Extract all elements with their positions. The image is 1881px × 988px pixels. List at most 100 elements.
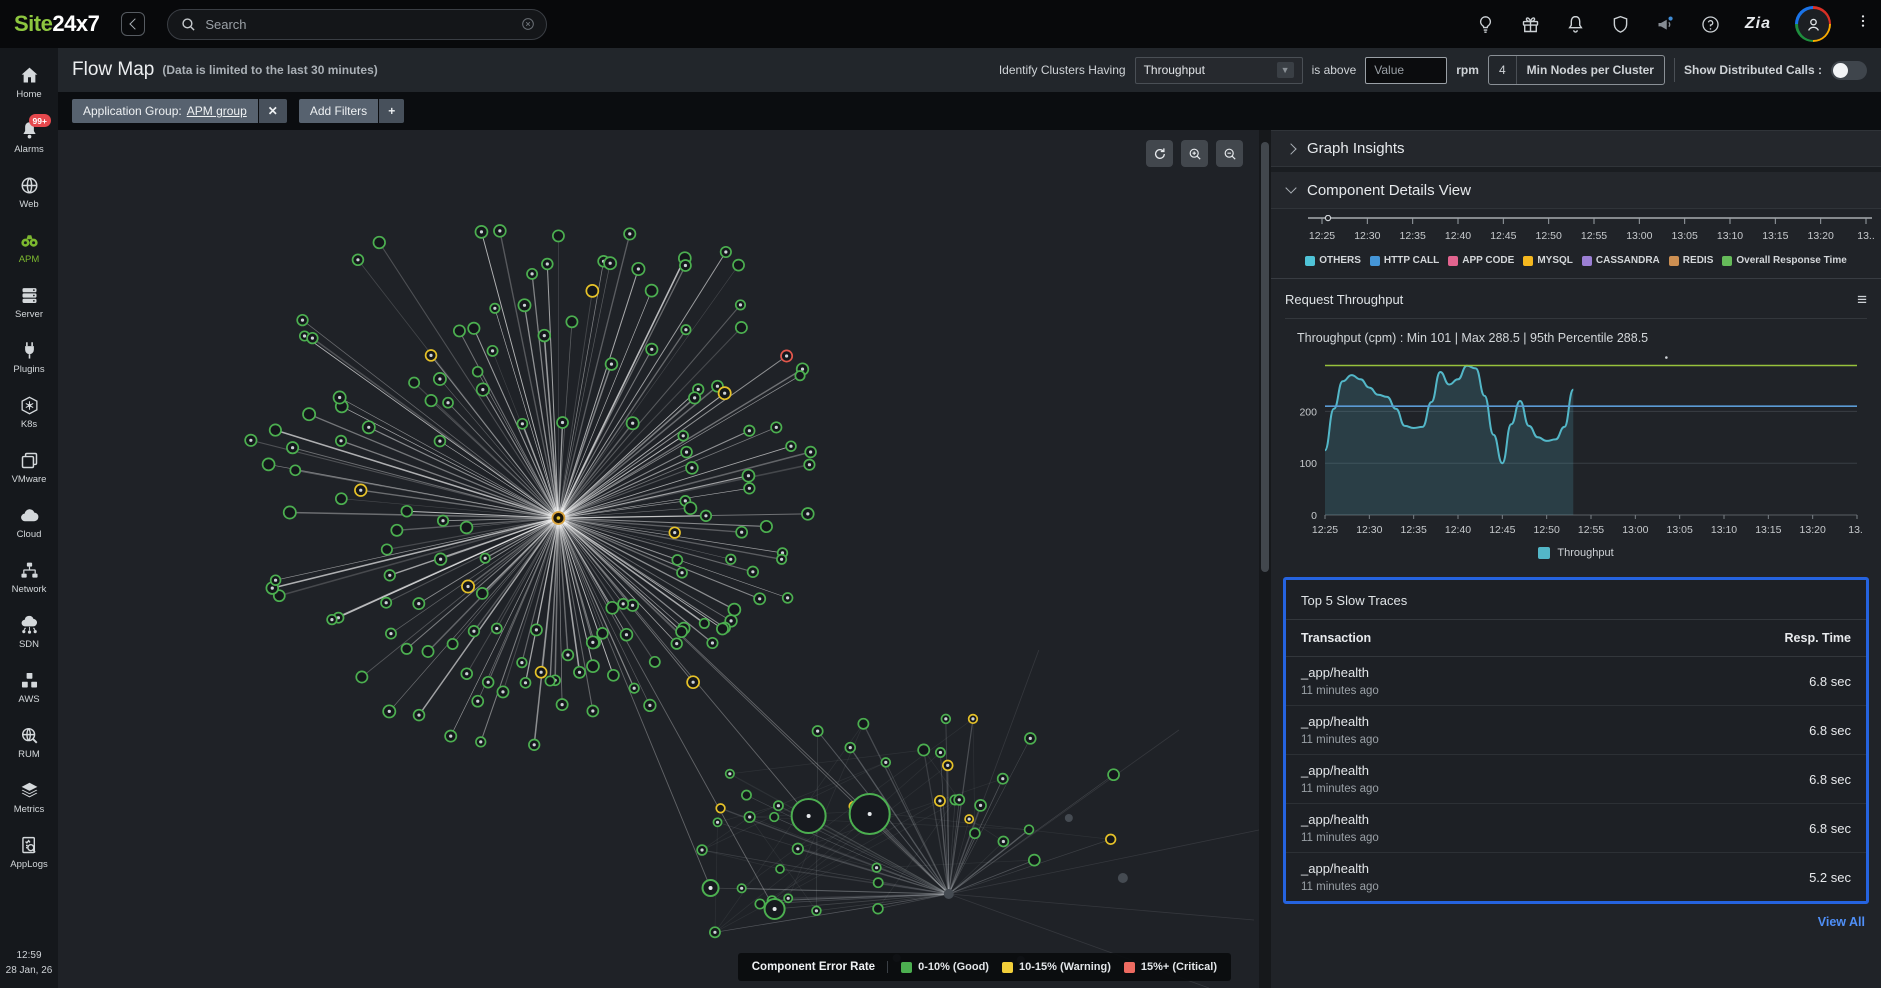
zia-icon[interactable]: Zia [1745, 15, 1771, 33]
svg-text:12:45: 12:45 [1489, 524, 1515, 536]
view-all-link[interactable]: View All [1818, 915, 1865, 929]
column-transaction: Transaction [1301, 631, 1371, 645]
error-rate-legend: Component Error Rate 0-10% (Good)10-15% … [738, 953, 1231, 981]
home-icon [19, 65, 40, 86]
sidebar-nav: Home 99+AlarmsWeb APM ServerPluginsK8sVMwar… [0, 48, 58, 988]
sidebar-item-label: Home [16, 89, 41, 100]
sidebar-item-apm[interactable]: APM [0, 220, 58, 275]
help-icon[interactable] [1700, 14, 1721, 35]
view-all-row: View All [1271, 904, 1881, 931]
svg-text:12:55: 12:55 [1581, 230, 1607, 242]
rum-icon [19, 725, 40, 746]
scrollbar-thumb[interactable] [1261, 142, 1269, 572]
min-nodes-value[interactable]: 4 [1489, 56, 1517, 84]
search-input[interactable] [197, 17, 520, 32]
svg-text:12:35: 12:35 [1400, 230, 1426, 242]
trace-transaction: _app/health [1301, 714, 1379, 729]
flow-map-graph[interactable] [58, 130, 1259, 988]
page-header: Flow Map (Data is limited to the last 30… [58, 48, 1881, 92]
search-bar[interactable] [167, 9, 547, 40]
sidebar-item-aws[interactable]: AWS [0, 660, 58, 715]
refresh-button[interactable] [1146, 140, 1173, 167]
slow-trace-row[interactable]: _app/health11 minutes ago5.2 sec [1286, 853, 1866, 901]
sidebar-item-home[interactable]: Home [0, 55, 58, 110]
chevron-right-icon [1285, 143, 1296, 154]
response-legend-item: APP CODE [1448, 255, 1514, 266]
group-chip-value[interactable]: APM group [187, 104, 247, 118]
component-details-header[interactable]: Component Details View [1271, 172, 1881, 209]
response-legend-item: CASSANDRA [1582, 255, 1660, 266]
add-filters-label: Add Filters [299, 99, 378, 123]
lightbulb-icon[interactable] [1475, 14, 1496, 35]
canvas-scrollbar[interactable] [1259, 130, 1271, 988]
threshold-value-input[interactable] [1365, 57, 1447, 84]
announcements-icon[interactable] [1655, 14, 1676, 35]
shield-icon[interactable] [1610, 14, 1631, 35]
slow-traces-rows: _app/health 11 minutes ago 6.8 sec _app/hea… [1286, 657, 1866, 901]
clear-search-icon[interactable] [520, 16, 536, 32]
kebab-menu-icon[interactable] [1855, 13, 1871, 35]
graph-insights-header[interactable]: Graph Insights [1271, 130, 1881, 167]
distributed-calls-toggle[interactable] [1831, 61, 1867, 80]
gift-icon[interactable] [1520, 14, 1541, 35]
trace-time-ago: 11 minutes ago [1301, 734, 1379, 746]
remove-filter-icon[interactable]: ✕ [259, 99, 287, 123]
min-nodes-control[interactable]: 4 Min Nodes per Cluster [1488, 55, 1665, 85]
throughput-legend-label: Throughput [1557, 547, 1613, 559]
aws-icon [19, 670, 40, 691]
trace-transaction: _app/health [1301, 763, 1379, 778]
sidebar-item-sdn[interactable]: SDN [0, 605, 58, 660]
sidebar-item-metrics[interactable]: Metrics [0, 770, 58, 825]
clock-date: 28 Jan, 26 [0, 963, 58, 978]
sidebar-item-plugins[interactable]: Plugins [0, 330, 58, 385]
svg-text:13:05: 13:05 [1667, 524, 1693, 536]
is-above-label: is above [1312, 63, 1357, 77]
svg-text:12:30: 12:30 [1356, 524, 1382, 536]
application-group-chip[interactable]: Application Group: APM group ✕ [72, 99, 287, 123]
zoom-in-button[interactable] [1181, 140, 1208, 167]
avatar[interactable] [1795, 6, 1831, 42]
details-panel: Graph Insights Component Details View 12… [1271, 130, 1881, 988]
site24x7-logo[interactable]: Site24x7 [14, 11, 99, 37]
sidebar-item-label: APM [19, 254, 40, 265]
slow-trace-row[interactable]: _app/health11 minutes ago6.8 sec [1286, 804, 1866, 853]
component-details-title: Component Details View [1307, 182, 1471, 199]
flow-map-canvas[interactable]: Component Error Rate 0-10% (Good)10-15% … [58, 130, 1259, 988]
sidebar-item-alarms[interactable]: 99+Alarms [0, 110, 58, 165]
svg-text:200: 200 [1299, 406, 1317, 418]
svg-text:12:40: 12:40 [1445, 524, 1471, 536]
sidebar-item-web[interactable]: Web [0, 165, 58, 220]
sidebar-item-label: AWS [18, 694, 39, 705]
svg-text:12:45: 12:45 [1490, 230, 1516, 242]
svg-text:13:10: 13:10 [1711, 524, 1737, 536]
add-filter-icon[interactable]: + [379, 99, 404, 123]
svg-text:13:00: 13:00 [1622, 524, 1648, 536]
slow-trace-row[interactable]: _app/health11 minutes ago6.8 sec [1286, 755, 1866, 804]
distributed-calls-label: Show Distributed Calls : [1684, 63, 1822, 77]
zoom-out-button[interactable] [1216, 140, 1243, 167]
trace-response-time: 6.8 sec [1809, 723, 1851, 738]
sidebar-item-vmware[interactable]: VMware [0, 440, 58, 495]
sidebar-item-k8s[interactable]: K8s [0, 385, 58, 440]
notifications-icon[interactable] [1565, 14, 1586, 35]
sidebar-item-network[interactable]: Network [0, 550, 58, 605]
sidebar-item-applogs[interactable]: AppLogs [0, 825, 58, 880]
sidebar-item-server[interactable]: Server [0, 275, 58, 330]
throughput-chart[interactable]: 010020012:2512:3012:3512:4012:4512:5012:… [1285, 347, 1863, 547]
sidebar-item-cloud[interactable]: Cloud [0, 495, 58, 550]
identify-clusters-label: Identify Clusters Having [999, 63, 1126, 77]
slow-trace-row[interactable]: _app/health11 minutes ago6.8 sec [1286, 657, 1866, 706]
sidebar-item-rum[interactable]: RUM [0, 715, 58, 770]
trace-transaction: _app/health [1301, 812, 1379, 827]
metric-select[interactable]: Throughput ▼ [1135, 57, 1303, 84]
svg-text:0: 0 [1311, 510, 1317, 522]
vmware-icon [19, 450, 40, 471]
slow-traces-columns: Transaction Resp. Time [1286, 620, 1866, 657]
chart-menu-icon[interactable]: ≡ [1857, 291, 1867, 308]
collapse-sidebar-icon[interactable] [121, 12, 145, 36]
throughput-title: Request Throughput [1285, 292, 1403, 307]
slow-trace-row[interactable]: _app/health 11 minutes ago 6.8 sec [1286, 706, 1866, 755]
add-filters-chip[interactable]: Add Filters + [299, 99, 404, 123]
sidebar-clock: 12:59 28 Jan, 26 [0, 948, 58, 978]
trace-time-ago: 11 minutes ago [1301, 881, 1379, 893]
